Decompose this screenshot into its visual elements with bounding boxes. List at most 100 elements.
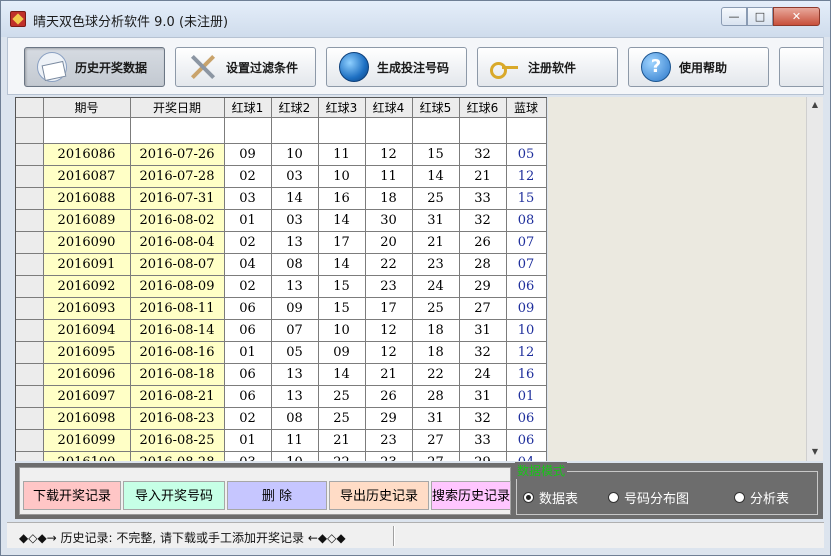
table-cell[interactable] xyxy=(271,117,319,144)
red-ball-cell[interactable]: 27 xyxy=(459,297,507,320)
red-ball-cell[interactable]: 32 xyxy=(459,143,507,166)
red-ball-cell[interactable]: 31 xyxy=(412,209,460,232)
red-ball-cell[interactable]: 10 xyxy=(318,319,366,342)
red-ball-cell[interactable]: 14 xyxy=(318,363,366,386)
generate-numbers-button[interactable]: 生成投注号码 xyxy=(326,47,467,87)
date-cell[interactable]: 2016-08-23 xyxy=(130,407,225,430)
scroll-up-icon[interactable]: ▲ xyxy=(807,97,823,113)
red-ball-cell[interactable]: 23 xyxy=(412,253,460,276)
table-row[interactable]: 2016091 2016-08-07 04 08 14 22 23 28 07 xyxy=(16,253,547,276)
table-cell[interactable] xyxy=(412,117,460,144)
red-ball-cell[interactable]: 09 xyxy=(224,143,272,166)
red-ball-cell[interactable]: 25 xyxy=(412,187,460,210)
overflow-button[interactable] xyxy=(779,47,823,87)
red-ball-cell[interactable]: 32 xyxy=(459,407,507,430)
date-cell[interactable]: 2016-08-21 xyxy=(130,385,225,408)
red-ball-cell[interactable]: 08 xyxy=(271,253,319,276)
red-ball-cell[interactable]: 27 xyxy=(412,451,460,461)
mode-option-analysis[interactable]: 分析表 xyxy=(734,488,789,507)
red-ball-cell[interactable]: 13 xyxy=(271,231,319,254)
date-cell[interactable]: 2016-08-28 xyxy=(130,451,225,461)
blue-ball-cell[interactable]: 07 xyxy=(506,231,547,254)
red-ball-cell[interactable]: 26 xyxy=(365,385,413,408)
red-ball-cell[interactable]: 21 xyxy=(365,363,413,386)
red-ball-cell[interactable]: 22 xyxy=(365,253,413,276)
red-ball-cell[interactable]: 02 xyxy=(224,407,272,430)
table-row[interactable]: 2016086 2016-07-26 09 10 11 12 15 32 05 xyxy=(16,143,547,166)
table-cell[interactable] xyxy=(365,117,413,144)
blue-ball-cell[interactable]: 07 xyxy=(506,253,547,276)
table-row[interactable]: 2016098 2016-08-23 02 08 25 29 31 32 06 xyxy=(16,407,547,430)
red-ball-cell[interactable]: 05 xyxy=(271,341,319,364)
red-ball-cell[interactable]: 08 xyxy=(271,407,319,430)
red-ball-cell[interactable]: 09 xyxy=(271,297,319,320)
red-ball-cell[interactable]: 29 xyxy=(365,407,413,430)
red-ball-cell[interactable]: 11 xyxy=(318,143,366,166)
red-ball-cell[interactable]: 06 xyxy=(224,385,272,408)
red-ball-cell[interactable]: 23 xyxy=(365,275,413,298)
help-button[interactable]: ? 使用帮助 xyxy=(628,47,769,87)
column-header[interactable]: 红球4 xyxy=(365,98,413,118)
table-row[interactable]: 2016093 2016-08-11 06 09 15 17 25 27 09 xyxy=(16,297,547,320)
red-ball-cell[interactable]: 01 xyxy=(224,429,272,452)
table-cell[interactable] xyxy=(224,117,272,144)
table-row[interactable]: 2016088 2016-07-31 03 14 16 18 25 33 15 xyxy=(16,187,547,210)
red-ball-cell[interactable]: 15 xyxy=(412,143,460,166)
red-ball-cell[interactable]: 03 xyxy=(224,187,272,210)
filter-settings-button[interactable]: 设置过滤条件 xyxy=(175,47,316,87)
red-ball-cell[interactable]: 10 xyxy=(318,165,366,188)
column-header[interactable]: 红球2 xyxy=(271,98,319,118)
delete-button[interactable]: 删 除 xyxy=(227,481,327,510)
red-ball-cell[interactable]: 11 xyxy=(271,429,319,452)
blue-ball-cell[interactable]: 01 xyxy=(506,385,547,408)
red-ball-cell[interactable]: 13 xyxy=(271,275,319,298)
table-cell[interactable] xyxy=(318,117,366,144)
red-ball-cell[interactable]: 06 xyxy=(224,319,272,342)
blue-ball-cell[interactable]: 12 xyxy=(506,341,547,364)
issue-cell[interactable]: 2016096 xyxy=(43,363,131,386)
minimize-button[interactable]: — xyxy=(721,7,747,26)
red-ball-cell[interactable]: 13 xyxy=(271,385,319,408)
new-record-row[interactable] xyxy=(16,117,547,144)
red-ball-cell[interactable]: 18 xyxy=(412,319,460,342)
red-ball-cell[interactable]: 23 xyxy=(365,451,413,461)
red-ball-cell[interactable]: 12 xyxy=(365,319,413,342)
red-ball-cell[interactable]: 22 xyxy=(318,451,366,461)
red-ball-cell[interactable]: 07 xyxy=(271,319,319,342)
table-row[interactable]: 2016089 2016-08-02 01 03 14 30 31 32 08 xyxy=(16,209,547,232)
red-ball-cell[interactable]: 31 xyxy=(459,319,507,342)
red-ball-cell[interactable]: 15 xyxy=(318,297,366,320)
red-ball-cell[interactable]: 25 xyxy=(318,385,366,408)
red-ball-cell[interactable]: 32 xyxy=(459,341,507,364)
red-ball-cell[interactable]: 24 xyxy=(459,363,507,386)
red-ball-cell[interactable]: 06 xyxy=(224,363,272,386)
red-ball-cell[interactable]: 11 xyxy=(365,165,413,188)
search-records-button[interactable]: 搜索历史记录 xyxy=(431,481,511,510)
table-row[interactable]: 2016092 2016-08-09 02 13 15 23 24 29 06 xyxy=(16,275,547,298)
column-header[interactable]: 蓝球 xyxy=(506,98,547,118)
issue-cell[interactable]: 2016087 xyxy=(43,165,131,188)
red-ball-cell[interactable]: 31 xyxy=(412,407,460,430)
import-numbers-button[interactable]: 导入开奖号码 xyxy=(123,481,225,510)
red-ball-cell[interactable]: 04 xyxy=(224,253,272,276)
red-ball-cell[interactable]: 13 xyxy=(271,363,319,386)
table-row[interactable]: 2016097 2016-08-21 06 13 25 26 28 31 01 xyxy=(16,385,547,408)
red-ball-cell[interactable]: 17 xyxy=(318,231,366,254)
issue-cell[interactable]: 2016094 xyxy=(43,319,131,342)
issue-cell[interactable]: 2016086 xyxy=(43,143,131,166)
red-ball-cell[interactable]: 03 xyxy=(271,209,319,232)
table-row[interactable]: 20161002016-08-2803102223272904 xyxy=(16,451,547,461)
red-ball-cell[interactable]: 14 xyxy=(318,209,366,232)
column-header[interactable]: 红球1 xyxy=(224,98,272,118)
date-cell[interactable]: 2016-07-26 xyxy=(130,143,225,166)
maximize-button[interactable]: □ xyxy=(747,7,773,26)
issue-cell[interactable]: 2016099 xyxy=(43,429,131,452)
red-ball-cell[interactable]: 15 xyxy=(318,275,366,298)
blue-ball-cell[interactable]: 16 xyxy=(506,363,547,386)
red-ball-cell[interactable]: 21 xyxy=(459,165,507,188)
blue-ball-cell[interactable]: 10 xyxy=(506,319,547,342)
column-header[interactable]: 开奖日期 xyxy=(130,98,225,118)
date-cell[interactable]: 2016-08-02 xyxy=(130,209,225,232)
mode-option-distribution[interactable]: 号码分布图 xyxy=(608,488,689,507)
date-cell[interactable]: 2016-08-04 xyxy=(130,231,225,254)
